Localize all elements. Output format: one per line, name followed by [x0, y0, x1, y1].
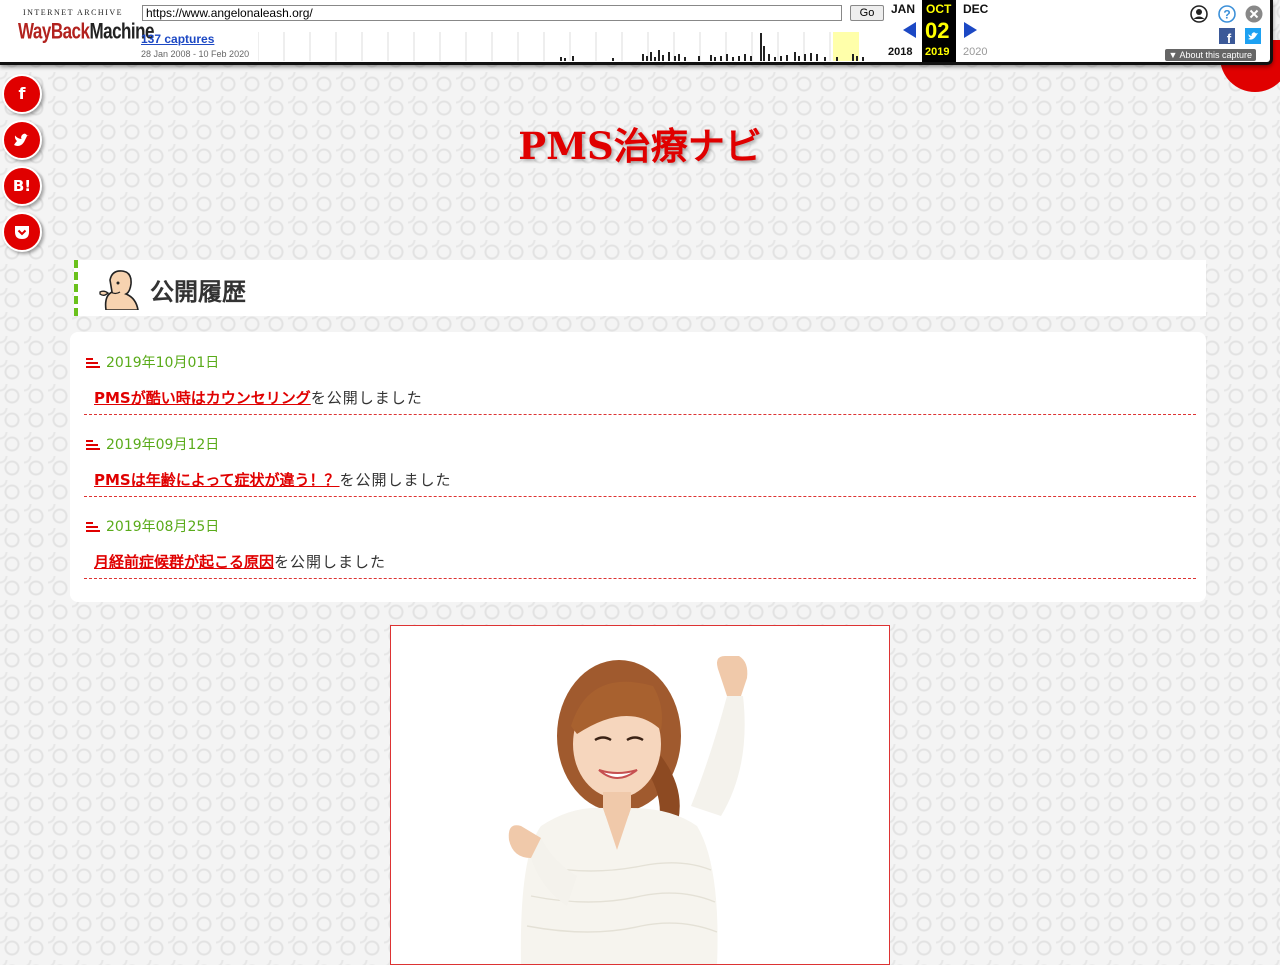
- next-arrow-icon[interactable]: [962, 21, 978, 39]
- share-pocket-button[interactable]: [2, 212, 42, 252]
- entry-link[interactable]: PMSが酷い時はカウンセリング: [94, 389, 311, 407]
- entry-date: 2019年10月01日: [86, 352, 219, 372]
- capture-sparkline[interactable]: [258, 32, 880, 61]
- capture-bars: [560, 33, 864, 61]
- prev-year[interactable]: 2018: [888, 46, 912, 58]
- entry-date: 2019年08月25日: [86, 516, 219, 536]
- list-icon: [86, 522, 100, 532]
- facebook-share-icon[interactable]: f: [1219, 28, 1235, 44]
- person-icon: [99, 270, 139, 310]
- entry-line: PMSが酷い時はカウンセリングを公開しました: [94, 387, 423, 408]
- entry-link[interactable]: 月経前症候群が起こる原因: [94, 553, 274, 571]
- share-hatena-button[interactable]: B!: [2, 166, 42, 206]
- user-icon[interactable]: [1190, 5, 1208, 23]
- prev-arrow-icon[interactable]: [902, 21, 918, 39]
- facebook-icon: f: [18, 84, 26, 103]
- twitter-share-icon[interactable]: [1245, 28, 1261, 44]
- next-month[interactable]: DEC: [963, 2, 988, 16]
- entry-line: PMSは年齢によって症状が違う！？を公開しました: [94, 469, 452, 490]
- entry-suffix: を公開しました: [339, 471, 452, 489]
- wayback-tools: ? f ▼ About this capture: [1140, 4, 1263, 62]
- entry-date-text: 2019年10月01日: [106, 355, 220, 371]
- current-day: 02: [925, 18, 950, 43]
- entry-line: 月経前症候群が起こる原因を公開しました: [94, 551, 386, 572]
- site-title[interactable]: PMS治療ナビ: [0, 116, 1280, 170]
- logo-main-a: WayBack: [18, 19, 90, 44]
- entry-date-text: 2019年08月25日: [106, 519, 220, 535]
- close-icon[interactable]: [1245, 5, 1263, 23]
- hero-image: [390, 625, 890, 965]
- entry-suffix: を公開しました: [310, 389, 423, 407]
- hatena-icon: B!: [12, 177, 32, 195]
- prev-month[interactable]: JAN: [891, 2, 915, 16]
- url-input[interactable]: https://www.angelonaleash.org/: [142, 5, 842, 21]
- entry-link[interactable]: PMSは年齢によって症状が違う！？: [94, 471, 340, 489]
- history-entry: 2019年08月25日 月経前症候群が起こる原因を公開しました: [84, 496, 1196, 579]
- next-year: 2020: [963, 46, 988, 58]
- wayback-logo[interactable]: INTERNET ARCHIVE WayBackMachine: [18, 8, 154, 50]
- list-icon: [86, 440, 100, 450]
- list-icon: [86, 358, 100, 368]
- woman-photo: [391, 626, 889, 964]
- entry-suffix: を公開しました: [274, 553, 387, 571]
- history-list: 2019年10月01日 PMSが酷い時はカウンセリングを公開しました 2019年…: [70, 332, 1206, 602]
- history-heading: 公開履歴: [74, 260, 1206, 316]
- help-icon[interactable]: ?: [1218, 5, 1236, 23]
- entry-date-text: 2019年09月12日: [106, 437, 220, 453]
- svg-text:?: ?: [1223, 8, 1230, 22]
- logo-top-text: INTERNET ARCHIVE: [22, 8, 124, 17]
- current-year: 2019: [925, 46, 950, 58]
- capture-range: 28 Jan 2008 - 10 Feb 2020: [141, 49, 250, 59]
- share-twitter-button[interactable]: [2, 120, 42, 160]
- go-button[interactable]: Go: [850, 5, 884, 21]
- history-heading-text: 公開履歴: [150, 278, 246, 306]
- captures-link[interactable]: 137 captures: [141, 32, 214, 46]
- current-month: OCT: [926, 2, 952, 16]
- history-entry: 2019年10月01日 PMSが酷い時はカウンセリングを公開しました: [84, 332, 1196, 415]
- about-capture-label: About this capture: [1179, 50, 1252, 60]
- month-navigator: JAN OCT 02 2019 DEC 2018 2020: [884, 0, 996, 62]
- entry-date: 2019年09月12日: [86, 434, 219, 454]
- current-capture: OCT 02 2019: [922, 0, 956, 62]
- pocket-icon: [15, 226, 29, 239]
- share-facebook-button[interactable]: f: [2, 74, 42, 114]
- svg-text:f: f: [1227, 31, 1232, 44]
- twitter-icon: [14, 133, 29, 146]
- wayback-toolbar: INTERNET ARCHIVE WayBackMachine https://…: [0, 0, 1273, 65]
- logo-main-text: WayBackMachine: [18, 19, 154, 45]
- about-capture-button[interactable]: ▼ About this capture: [1164, 49, 1256, 61]
- history-entry: 2019年09月12日 PMSは年齢によって症状が違う！？を公開しました: [84, 414, 1196, 497]
